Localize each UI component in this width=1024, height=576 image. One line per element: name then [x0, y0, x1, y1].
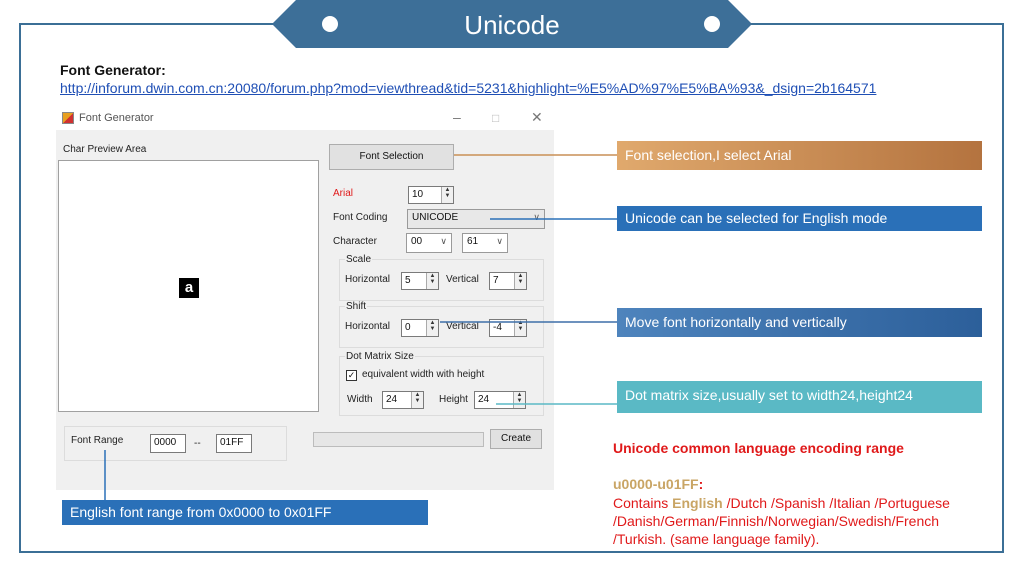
callout-english-range: English font range from 0x0000 to 0x01FF — [62, 500, 428, 525]
spin-arrows-icon[interactable]: ▲ ▼ — [426, 273, 438, 289]
scale-horizontal-value: 5 — [405, 275, 411, 286]
slide: Unicode Font Generator: http://inforum.d… — [0, 0, 1024, 576]
font-generator-window: Font Generator – □ ✕ Char Preview Area a… — [56, 108, 554, 490]
font-range-label: Font Range — [71, 435, 124, 446]
maximize-icon[interactable]: □ — [492, 111, 499, 125]
width-stepper[interactable]: 24 ▲ ▼ — [382, 391, 424, 409]
callout-unicode-mode: Unicode can be selected for English mode — [617, 206, 982, 231]
minimize-icon[interactable]: – — [453, 109, 461, 125]
preview-area-label: Char Preview Area — [63, 144, 147, 155]
font-range-from-input[interactable]: 0000 — [150, 434, 186, 453]
char-preview-area: a — [58, 160, 319, 412]
character-label: Character — [333, 236, 377, 247]
width-value: 24 — [386, 394, 398, 405]
font-selection-button[interactable]: Font Selection — [329, 144, 454, 170]
font-range-to-input[interactable]: 01FF — [216, 434, 252, 453]
scale-horizontal-label: Horizontal — [345, 274, 391, 285]
callout-move-font: Move font horizontally and vertically — [617, 308, 982, 337]
height-value: 24 — [478, 394, 490, 405]
character-low-select[interactable]: 61 ∨ — [462, 233, 508, 253]
chevron-down-icon: ∨ — [496, 236, 503, 246]
spin-arrows-icon[interactable]: ▲ ▼ — [441, 187, 453, 203]
spin-arrows-icon[interactable]: ▲ ▼ — [411, 392, 423, 408]
spin-arrows-icon[interactable]: ▲ ▼ — [513, 392, 525, 408]
font-generator-link[interactable]: http://inforum.dwin.com.cn:20080/forum.p… — [60, 80, 876, 96]
shift-label: Shift — [345, 301, 368, 312]
font-size-stepper[interactable]: 10 ▲ ▼ — [408, 186, 454, 204]
font-coding-value: UNICODE — [412, 212, 459, 223]
callout-font-selection: Font selection,I select Arial — [617, 141, 982, 170]
height-label: Height — [439, 394, 468, 405]
font-name-label: Arial — [333, 188, 354, 199]
character-low-value: 61 — [467, 236, 479, 247]
character-high-select[interactable]: 00 ∨ — [406, 233, 452, 253]
app-icon — [62, 112, 74, 124]
info-range: u0000-u01FF: — [613, 476, 703, 492]
create-button[interactable]: Create — [490, 429, 542, 449]
window-title: Font Generator — [79, 112, 154, 124]
character-high-value: 00 — [411, 236, 423, 247]
scale-label: Scale — [345, 254, 373, 265]
shift-vertical-stepper[interactable]: -4 ▲ ▼ — [489, 319, 527, 337]
shift-vertical-value: -4 — [493, 322, 502, 333]
width-label: Width — [347, 394, 373, 405]
font-coding-select[interactable]: UNICODE ∨ — [407, 209, 545, 229]
close-icon[interactable]: ✕ — [531, 109, 543, 126]
window-titlebar: Font Generator – □ ✕ — [56, 108, 554, 130]
spin-arrows-icon[interactable]: ▲ ▼ — [514, 273, 526, 289]
height-stepper[interactable]: 24 ▲ ▼ — [474, 391, 526, 409]
shift-horizontal-value: 0 — [405, 322, 411, 333]
font-coding-label: Font Coding — [333, 212, 388, 223]
chevron-down-icon: ∨ — [533, 212, 540, 222]
callout-dot-matrix: Dot matrix size,usually set to width24,h… — [617, 381, 982, 413]
info-range-colon: : — [698, 476, 704, 492]
info-range-value: u0000-u01FF — [613, 476, 699, 492]
info-body: Contains English /Dutch /Spanish /Italia… — [613, 494, 993, 548]
info-english: English — [672, 495, 723, 511]
preview-char: a — [179, 278, 199, 298]
font-size-value: 10 — [412, 189, 424, 200]
font-generator-label: Font Generator: — [60, 62, 166, 78]
scale-horizontal-stepper[interactable]: 5 ▲ ▼ — [401, 272, 439, 290]
chevron-down-icon: ∨ — [440, 236, 447, 246]
dot-matrix-label: Dot Matrix Size — [345, 351, 415, 362]
scale-vertical-stepper[interactable]: 7 ▲ ▼ — [489, 272, 527, 290]
shift-vertical-label: Vertical — [446, 321, 479, 332]
font-range-separator: -- — [194, 438, 201, 449]
spin-arrows-icon[interactable]: ▲ ▼ — [426, 320, 438, 336]
scale-vertical-label: Vertical — [446, 274, 479, 285]
shift-horizontal-label: Horizontal — [345, 321, 391, 332]
info-title: Unicode common language encoding range — [613, 440, 904, 456]
equivalent-checkbox[interactable]: ✓ — [346, 370, 357, 381]
equivalent-label: equivalent width with height — [362, 369, 485, 380]
spin-arrows-icon[interactable]: ▲ ▼ — [514, 320, 526, 336]
banner-dot-right — [704, 16, 720, 32]
shift-horizontal-stepper[interactable]: 0 ▲ ▼ — [401, 319, 439, 337]
info-contains: Contains — [613, 495, 673, 511]
create-progress-bar — [313, 432, 484, 447]
slide-title: Unicode — [464, 10, 560, 40]
title-banner: Unicode — [272, 0, 752, 48]
scale-vertical-value: 7 — [493, 275, 499, 286]
